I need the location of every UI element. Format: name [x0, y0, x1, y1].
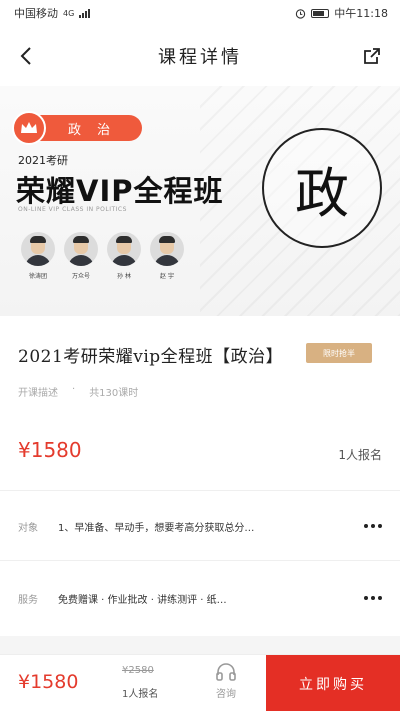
course-banner: 政 治 2021考研 荣耀VIP全程班 ON-LINE VIP CLASS IN… — [0, 86, 400, 316]
avatar — [107, 232, 141, 266]
teacher-name: 赵 宇 — [160, 273, 174, 280]
chevron-left-icon — [20, 47, 31, 65]
divider — [0, 560, 400, 561]
bottom-enroll-count: 1人报名 — [122, 689, 159, 700]
headset-icon — [216, 663, 236, 681]
teacher-list: 徐涛团 万众号 孙 林 赵 宇 — [20, 232, 185, 280]
status-left: 中国移动 4G — [14, 5, 91, 21]
consult-label: 咨询 — [216, 689, 236, 700]
course-desc-label: 开课描述 — [18, 388, 58, 399]
course-meta: 开课描述 · 共130课时 — [18, 384, 138, 399]
battery-icon — [311, 8, 330, 18]
service-value: 免费赠课 · 作业批改 · 讲练测评 · 纸… — [58, 594, 227, 606]
enroll-count: 1人报名 — [338, 448, 382, 462]
subject-emblem: 政 — [262, 128, 382, 248]
network-text: 4G — [63, 8, 75, 18]
exam-year: 2021考研 — [18, 154, 68, 167]
avatar — [21, 232, 55, 266]
crown-icon — [12, 111, 46, 145]
teacher-item: 赵 宇 — [149, 232, 185, 280]
status-time: 中午11:18 — [334, 7, 388, 20]
back-button[interactable] — [12, 42, 40, 70]
share-button[interactable] — [358, 42, 386, 70]
status-right: 中午11:18 — [295, 5, 388, 21]
teacher-item: 万众号 — [63, 232, 99, 280]
teacher-name: 孙 林 — [117, 273, 131, 280]
teacher-name: 徐涛团 — [28, 273, 47, 280]
target-label: 对象 — [18, 522, 38, 534]
subject-pill: 政 治 — [12, 111, 142, 145]
page-title: 课程详情 — [158, 47, 242, 68]
section-gap — [0, 636, 400, 654]
target-row[interactable]: 对象 1、早准备、早动手，想要考高分获取总分… — [18, 514, 382, 538]
banner-subtitle-en: ON-LINE VIP CLASS IN POLITICS — [18, 206, 127, 213]
service-label: 服务 — [18, 594, 38, 606]
course-title: 2021考研荣耀vip全程班【政治】 — [18, 347, 284, 367]
more-icon[interactable] — [358, 524, 382, 528]
divider — [0, 490, 400, 491]
course-price: ¥1580 — [18, 438, 82, 462]
service-row[interactable]: 服务 免费赠课 · 作业批改 · 讲练测评 · 纸… — [18, 586, 382, 610]
buy-now-button[interactable]: 立即购买 — [266, 655, 400, 711]
share-icon — [364, 48, 380, 64]
meta-separator: · — [72, 384, 76, 395]
status-bar: 中国移动 4G 中午11:18 — [0, 0, 400, 26]
original-price: ¥2580 — [122, 665, 154, 676]
teacher-item: 徐涛团 — [20, 232, 56, 280]
bottom-bar: ¥1580 ¥2580 1人报名 咨询 立即购买 — [0, 654, 400, 711]
promo-badge: 限时抢半 — [306, 343, 372, 363]
nav-bar: 课程详情 — [0, 26, 400, 86]
teacher-name: 万众号 — [71, 273, 90, 280]
banner-title: 荣耀VIP全程班 — [16, 174, 224, 208]
bottom-price: ¥1580 — [18, 671, 79, 693]
target-value: 1、早准备、早动手，想要考高分获取总分… — [58, 522, 255, 534]
carrier-text: 中国移动 — [14, 7, 58, 20]
signal-icon — [79, 8, 91, 18]
alarm-icon — [296, 8, 306, 19]
more-icon[interactable] — [358, 596, 382, 600]
teacher-item: 孙 林 — [106, 232, 142, 280]
consult-button[interactable]: 咨询 — [206, 661, 246, 707]
avatar — [150, 232, 184, 266]
subject-label: 政 治 — [68, 122, 117, 138]
course-hours: 共130课时 — [89, 388, 139, 399]
subject-emblem-char: 政 — [295, 161, 349, 225]
avatar — [64, 232, 98, 266]
